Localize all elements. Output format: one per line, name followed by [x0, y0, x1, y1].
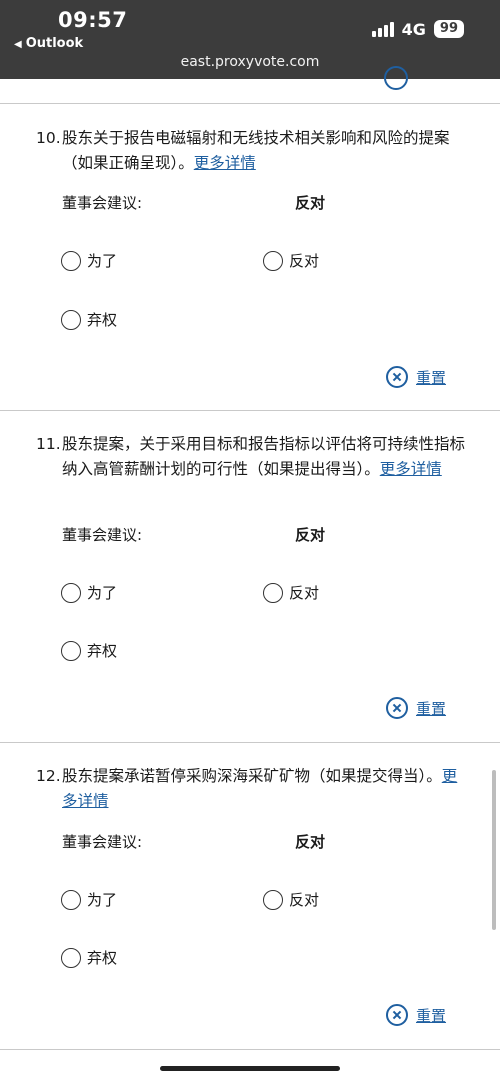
- radio-circle-icon: [263, 582, 283, 603]
- option-label: 反对: [289, 891, 320, 909]
- home-indicator[interactable]: [160, 1066, 340, 1071]
- option-label: 为了: [87, 891, 118, 909]
- radio-circle-icon: [263, 889, 283, 910]
- board-recommendation-label: 董事会建议:: [62, 526, 143, 544]
- board-recommendation-value: 反对: [295, 526, 326, 544]
- back-app-label: Outlook: [25, 36, 84, 51]
- radio-circle-icon: [61, 250, 81, 271]
- status-indicators: 4G 99: [371, 18, 464, 40]
- option-label: 弃权: [87, 642, 118, 660]
- reset-button[interactable]: 重置: [386, 697, 446, 719]
- board-recommendation-label: 董事会建议:: [62, 194, 143, 212]
- reset-label: 重置: [416, 368, 447, 387]
- proposal-11-text: 11. 股东提案，关于采用目标和报告指标以评估将可持续性指标纳入高管薪酬计划的可…: [36, 432, 466, 482]
- close-circle-icon: [386, 697, 408, 719]
- back-triangle-icon: ◀: [14, 39, 22, 50]
- radio-circle-icon: [61, 309, 81, 330]
- network-type: 4G: [401, 19, 426, 39]
- radio-circle-icon: [61, 889, 81, 910]
- proposal-12-text: 12. 股东提案承诺暂停采购深海采矿矿物（如果提交得当）。更多详情: [36, 764, 466, 814]
- vote-abstain-radio[interactable]: 弃权: [61, 947, 117, 968]
- vote-abstain-radio[interactable]: 弃权: [61, 309, 117, 330]
- more-details-link[interactable]: 更多详情: [380, 460, 442, 478]
- section-divider: [0, 410, 500, 411]
- radio-circle-icon: [61, 947, 81, 968]
- proposal-number: 10.: [36, 129, 61, 147]
- proposal-description: 股东提案承诺暂停采购深海采矿矿物（如果提交得当）。: [62, 767, 442, 785]
- close-circle-icon: [386, 1004, 408, 1026]
- section-divider: [0, 742, 500, 743]
- option-label: 为了: [87, 584, 118, 602]
- option-label: 为了: [87, 252, 118, 270]
- clock: 09:57: [58, 8, 128, 32]
- radio-circle-icon: [61, 640, 81, 661]
- vote-against-radio[interactable]: 反对: [263, 250, 319, 271]
- board-recommendation-value: 反对: [295, 194, 326, 212]
- section-divider: [0, 1049, 500, 1050]
- option-label: 弃权: [87, 311, 118, 329]
- option-label: 反对: [289, 584, 320, 602]
- vote-for-radio[interactable]: 为了: [61, 889, 117, 910]
- radio-circle-icon: [263, 250, 283, 271]
- status-bar: 09:57 ◀ Outlook 4G 99 east.proxyvote.com: [0, 0, 500, 79]
- address-bar[interactable]: east.proxyvote.com: [0, 54, 500, 70]
- reset-button[interactable]: 重置: [386, 366, 446, 388]
- option-label: 弃权: [87, 949, 118, 967]
- battery-icon: 99: [433, 20, 464, 38]
- board-recommendation-label: 董事会建议:: [62, 833, 143, 851]
- vote-for-radio[interactable]: 为了: [61, 250, 117, 271]
- vote-against-radio[interactable]: 反对: [263, 889, 319, 910]
- section-divider: [0, 103, 500, 104]
- proposal-number: 12.: [36, 767, 61, 785]
- reset-label: 重置: [416, 699, 447, 718]
- vote-against-radio[interactable]: 反对: [263, 582, 319, 603]
- signal-icon: [371, 21, 394, 37]
- more-details-link[interactable]: 更多详情: [194, 154, 256, 172]
- reset-icon-partial: [384, 66, 408, 90]
- option-label: 反对: [289, 252, 320, 270]
- scrollbar[interactable]: [492, 770, 496, 930]
- close-circle-icon: [386, 366, 408, 388]
- vote-abstain-radio[interactable]: 弃权: [61, 640, 117, 661]
- reset-button[interactable]: 重置: [386, 1004, 446, 1026]
- proposal-number: 11.: [36, 435, 61, 453]
- vote-for-radio[interactable]: 为了: [61, 582, 117, 603]
- board-recommendation-value: 反对: [295, 833, 326, 851]
- back-to-app-link[interactable]: ◀ Outlook: [14, 36, 83, 51]
- radio-circle-icon: [61, 582, 81, 603]
- proposal-10-text: 10. 股东关于报告电磁辐射和无线技术相关影响和风险的提案（如果正确呈现）。更多…: [36, 126, 466, 176]
- reset-label: 重置: [416, 1006, 447, 1025]
